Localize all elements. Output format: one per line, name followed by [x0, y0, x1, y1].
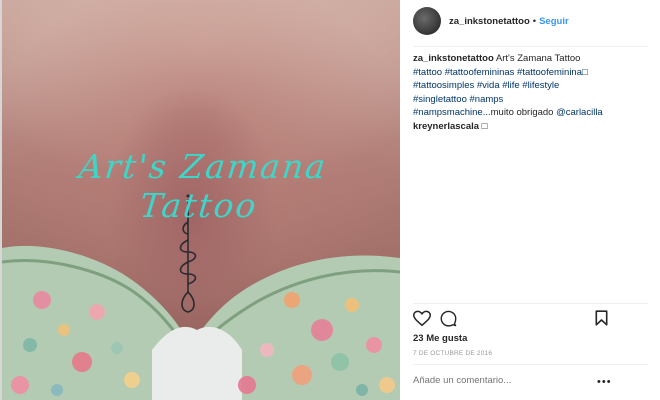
action-bar — [413, 310, 645, 330]
caption-mention[interactable]: @carlacilla — [556, 107, 603, 118]
comment-divider — [413, 364, 648, 365]
avatar[interactable] — [413, 7, 441, 35]
caption-hashtags-1[interactable]: #tattoo #tattoofemininas #tattoofeminina… — [413, 67, 588, 78]
caption-hashtags-3[interactable]: #singletattoo #namps — [413, 94, 503, 105]
caption-username[interactable]: za_inkstonetattoo — [413, 53, 494, 64]
post-caption: za_inkstonetattoo Art's Zamana Tattoo #t… — [413, 52, 647, 120]
image-watermark: Art's Zamana Tattoo — [77, 147, 330, 225]
caption-hashtags-4[interactable]: #nampsmachine... — [413, 107, 491, 118]
likes-count[interactable]: 23 Me gusta — [413, 333, 467, 344]
heart-icon[interactable] — [413, 310, 431, 327]
separator-dot: • — [532, 15, 537, 27]
post-header: za_inkstonetattoo • Seguir — [413, 7, 648, 35]
follow-button[interactable]: Seguir — [539, 16, 569, 27]
bookmark-icon[interactable] — [595, 310, 608, 326]
more-options-button[interactable]: ••• — [597, 376, 612, 388]
post-date: 7 DE OCTUBRE DE 2016 — [413, 350, 493, 357]
comment-item: kreynerlascala □ — [413, 121, 647, 132]
caption-hashtags-2[interactable]: #tattoosimples #vida #life #lifestyle — [413, 80, 559, 91]
header-username[interactable]: za_inkstonetattoo — [449, 16, 530, 27]
caption-text: Art's Zamana Tattoo — [495, 53, 581, 64]
comment-username[interactable]: kreynerlascala — [413, 121, 479, 132]
post-image[interactable]: Art's Zamana Tattoo — [2, 0, 400, 400]
actions-divider — [413, 303, 648, 304]
header-divider — [413, 46, 648, 47]
comment-icon[interactable] — [440, 310, 457, 327]
add-comment-input[interactable] — [413, 375, 613, 386]
caption-thanks-text: muito obrigado — [490, 107, 557, 119]
comment-text: □ — [481, 121, 488, 132]
